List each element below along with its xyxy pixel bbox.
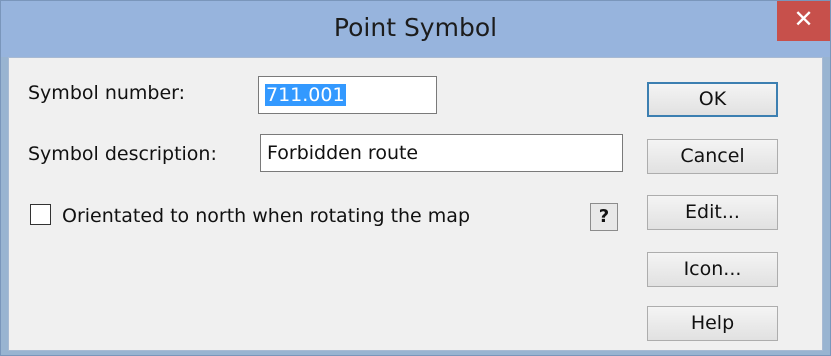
symbol-number-label: Symbol number: (28, 82, 186, 104)
symbol-number-input[interactable]: 711.001 (258, 76, 437, 114)
edit-button[interactable]: Edit... (647, 195, 778, 230)
symbol-description-value: Forbidden route (267, 142, 419, 164)
symbol-description-input[interactable]: Forbidden route (260, 134, 623, 172)
orientation-checkbox[interactable] (30, 204, 51, 225)
symbol-number-value: 711.001 (265, 84, 346, 106)
point-symbol-dialog: Point Symbol ✕ Symbol number: 711.001 Sy… (0, 0, 831, 356)
symbol-description-label: Symbol description: (28, 143, 217, 165)
question-button[interactable]: ? (590, 203, 618, 231)
close-button[interactable]: ✕ (777, 1, 830, 41)
title-bar[interactable]: Point Symbol ✕ (1, 1, 830, 57)
orientation-checkbox-label[interactable]: Orientated to north when rotating the ma… (62, 205, 470, 227)
window-title: Point Symbol (333, 13, 498, 42)
close-icon: ✕ (793, 5, 814, 33)
help-button[interactable]: Help (647, 306, 778, 341)
ok-button[interactable]: OK (647, 82, 778, 117)
question-icon: ? (598, 206, 610, 227)
cancel-button[interactable]: Cancel (647, 139, 778, 174)
dialog-content: Symbol number: 711.001 Symbol descriptio… (8, 57, 823, 351)
icon-button[interactable]: Icon... (647, 252, 778, 287)
